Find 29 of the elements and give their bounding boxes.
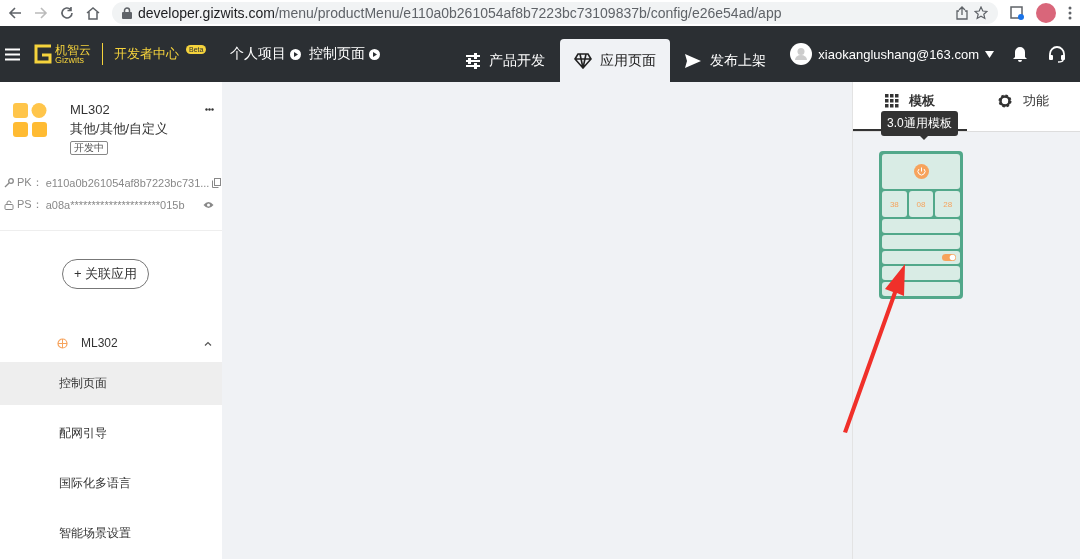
sidebar-item[interactable]: 国际化多语言 [0,462,222,505]
app-group-header[interactable]: ML302 [0,336,222,350]
pk-label: PK： [17,175,43,190]
breadcrumb-link[interactable]: 个人项目 [230,45,287,63]
ps-value: a08a*********************015b [45,198,186,211]
status-tag: 开发中 [70,141,108,155]
url-text: developer.gizwits.com/menu/productMenu/e110a0b261054af8b7223bc73109837b/config/e26e54ad/app [138,5,782,21]
logo-text: 机智云 [55,43,91,56]
product-name: ML302 [70,102,110,117]
breadcrumb-link[interactable]: 控制页面 [309,45,366,63]
address-bar[interactable]: developer.gizwits.com/menu/productMenu/e110a0b261054af8b7223bc73109837b/config/e26e54ad/app [112,2,998,24]
logo-subtext: Gizwits [55,55,84,65]
product-category: 其他/其他/自定义 [70,120,170,138]
template-value: 38 [882,191,907,217]
sidebar-item[interactable]: 配网引导 [0,412,222,455]
pk-value: e110a0b261054af8b7223bc731... [45,176,210,189]
panel-tab[interactable]: 功能 [966,82,1080,131]
sidebar-item[interactable]: 控制页面 [0,362,222,405]
portal-title: 开发者中心 [114,45,179,63]
tooltip: 3.0通用模板 [881,111,958,136]
sidebar-item[interactable]: 智能场景设置 [0,512,222,555]
user-email[interactable]: xiaokanglushang@163.com [818,46,979,62]
link-app-button[interactable]: + 关联应用 [62,259,149,289]
ps-label: PS： [17,197,43,212]
nav-tab[interactable]: 产品开发 [450,39,561,82]
nav-tab[interactable]: 发布上架 [670,39,781,82]
template-value: 08 [908,191,934,217]
nav-tab[interactable]: 应用页面 [560,39,671,82]
template-value: 28 [935,191,960,217]
